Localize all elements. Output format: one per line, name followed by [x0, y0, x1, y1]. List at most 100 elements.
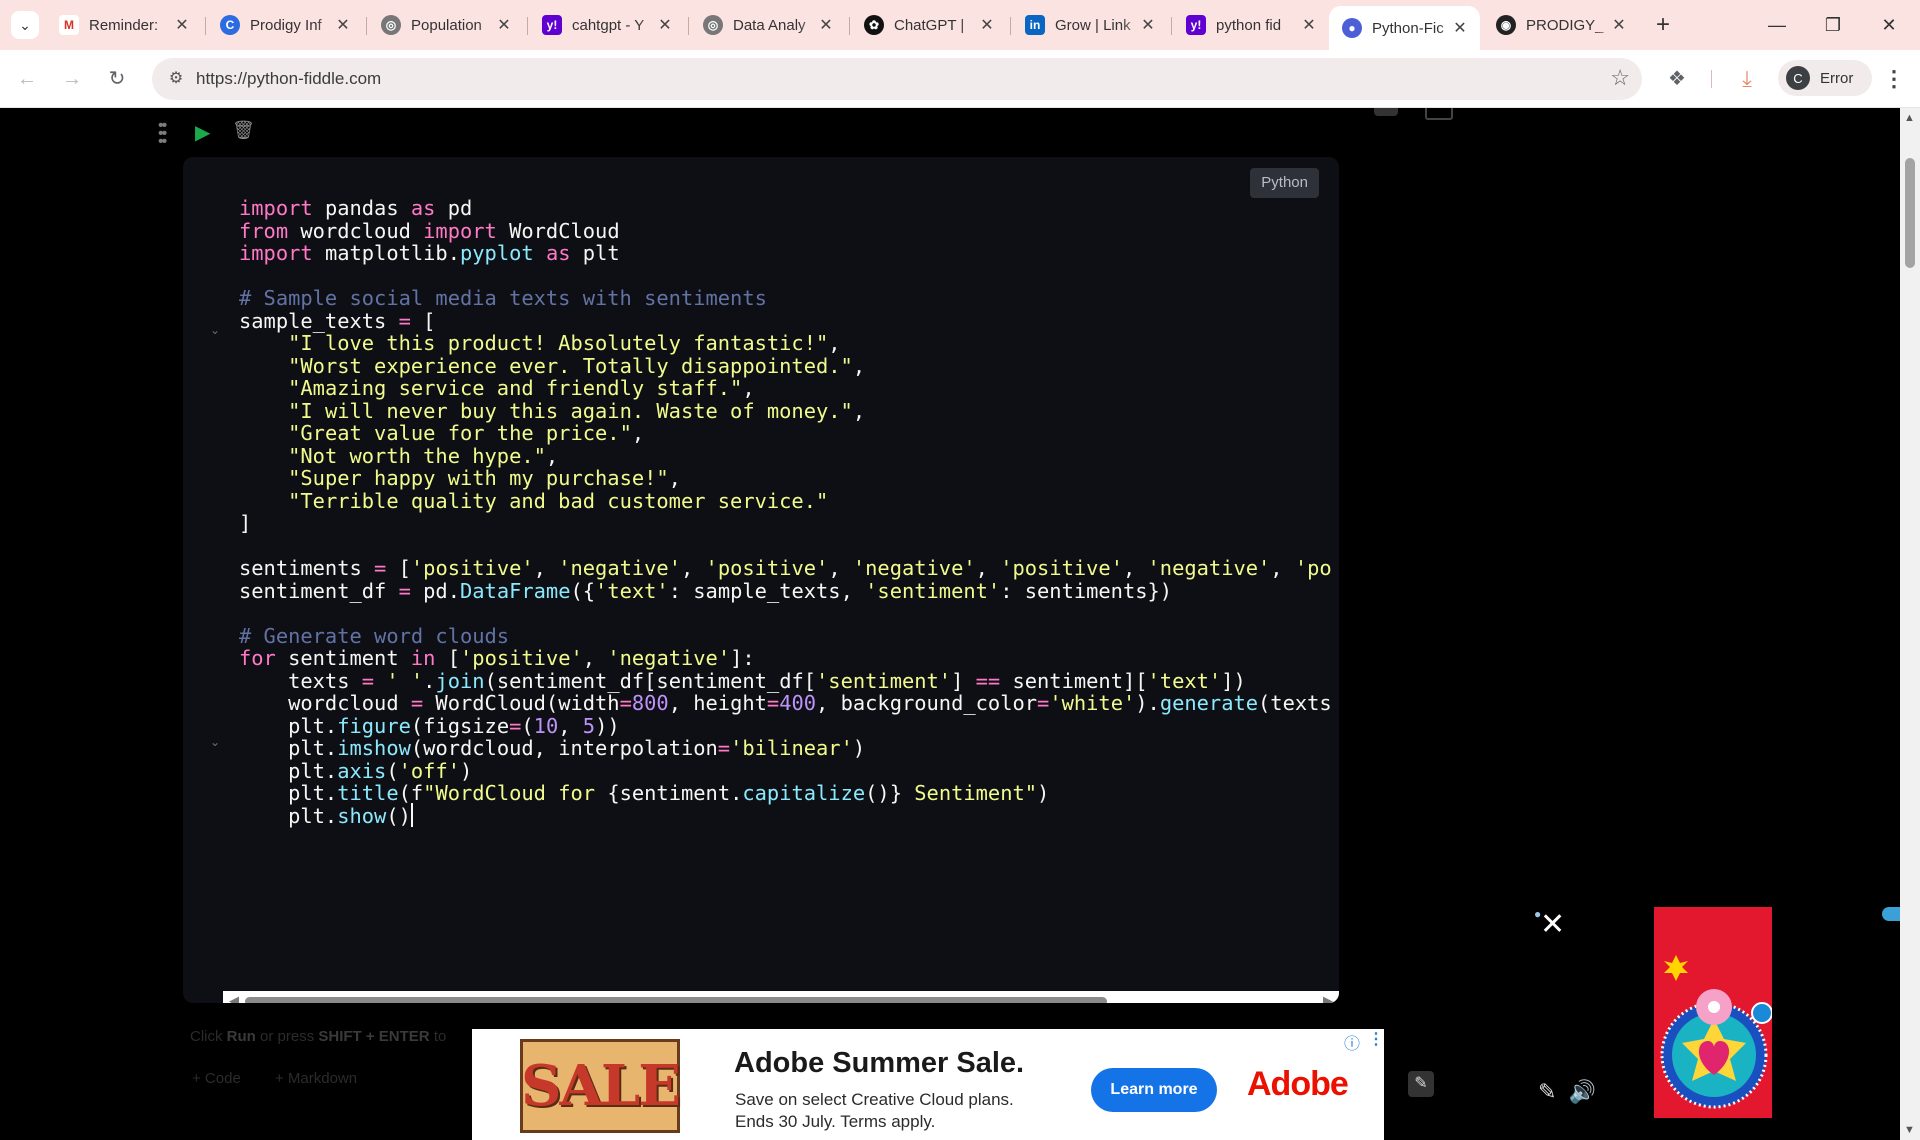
tab-github[interactable]: ◉ PRODIGY_ ✕: [1483, 8, 1639, 42]
profile-status: Error: [1820, 69, 1854, 87]
reload-button[interactable]: ↻: [100, 62, 134, 96]
code-line[interactable]: from wordcloud import WordCloud: [239, 218, 1332, 243]
learn-more-button[interactable]: Learn more: [1091, 1068, 1217, 1112]
fold-toggle-icon[interactable]: ⌄: [210, 323, 220, 337]
close-tab-icon[interactable]: ✕: [1138, 15, 1158, 35]
add-markdown-button[interactable]: + Markdown: [275, 1070, 357, 1087]
tab-linkedin[interactable]: in Grow | Link ✕: [1012, 8, 1168, 42]
scrollbar-thumb[interactable]: [245, 997, 1107, 1003]
tab-prodigy[interactable]: C Prodigy Inf ✕: [207, 8, 363, 42]
code-content[interactable]: import pandas as pd from wordcloud import…: [239, 195, 1332, 828]
drag-handle-icon[interactable]: •• •• ••: [158, 118, 167, 150]
code-line[interactable]: "Super happy with my purchase!",: [239, 465, 1332, 490]
code-token: imshow: [337, 736, 411, 760]
code-line[interactable]: plt.show(): [239, 802, 1332, 828]
new-tab-button[interactable]: +: [1648, 10, 1678, 40]
restore-button[interactable]: ❐: [1808, 8, 1858, 42]
code-line[interactable]: "I will never buy this again. Waste of m…: [239, 398, 1332, 423]
code-line[interactable]: [239, 600, 1332, 623]
code-line[interactable]: ]: [239, 510, 1332, 535]
downloads-button[interactable]: ⤓: [1730, 62, 1764, 96]
code-line[interactable]: "Terrible quality and bad customer servi…: [239, 488, 1332, 513]
code-line[interactable]: "Great value for the price.",: [239, 420, 1332, 445]
run-cell-button[interactable]: ▶: [195, 120, 210, 145]
code-line[interactable]: [239, 533, 1332, 556]
close-window-button[interactable]: ✕: [1864, 8, 1914, 42]
code-line[interactable]: texts = ' '.join(sentiment_df[sentiment_…: [239, 668, 1332, 693]
code-line[interactable]: # Sample social media texts with sentime…: [239, 285, 1332, 310]
code-line[interactable]: # Generate word clouds: [239, 623, 1332, 648]
scroll-left-icon[interactable]: ◀: [229, 993, 239, 1003]
code-token: =: [1037, 691, 1050, 715]
video-overlay[interactable]: ● ✕ ✎ 🔊: [1526, 907, 1900, 1118]
code-line[interactable]: sample_texts = [: [239, 308, 1332, 333]
page-scrollbar[interactable]: ▲ ▼: [1900, 108, 1920, 1140]
tab-python-fiddle[interactable]: ● Python-Fic ✕: [1329, 6, 1480, 50]
tab-search-button[interactable]: ⌄: [11, 11, 39, 39]
fold-toggle-icon[interactable]: ⌄: [210, 735, 220, 749]
code-line[interactable]: plt.imshow(wordcloud, interpolation='bil…: [239, 735, 1332, 760]
code-token: ,: [1270, 556, 1295, 580]
code-editor[interactable]: Python ⌄ ⌄ import pandas as pd from wordc…: [183, 157, 1339, 1003]
code-line[interactable]: "I love this product! Absolutely fantast…: [239, 330, 1332, 355]
close-tab-icon[interactable]: ✕: [655, 15, 675, 35]
code-line[interactable]: import pandas as pd: [239, 195, 1332, 220]
address-bar[interactable]: ⚙ https://python-fiddle.com ☆: [152, 58, 1642, 100]
ad-info-icon[interactable]: ⓘ: [1344, 1030, 1360, 1054]
add-code-button[interactable]: + Code: [192, 1070, 241, 1087]
close-tab-icon[interactable]: ✕: [172, 15, 192, 35]
code-line[interactable]: "Worst experience ever. Totally disappoi…: [239, 353, 1332, 378]
code-line[interactable]: plt.axis('off'): [239, 758, 1332, 783]
scroll-up-icon[interactable]: ▲: [1904, 112, 1915, 124]
code-line[interactable]: sentiments = ['positive', 'negative', 'p…: [239, 555, 1332, 580]
scroll-right-icon[interactable]: ▶: [1323, 993, 1333, 1003]
code-token: ,: [582, 646, 608, 670]
tab-yahoo-python[interactable]: y! python fid ✕: [1173, 8, 1329, 42]
code-line[interactable]: plt.figure(figsize=(10, 5)): [239, 713, 1332, 738]
code-line[interactable]: for sentiment in ['positive', 'negative'…: [239, 645, 1332, 670]
code-line[interactable]: wordcloud = WordCloud(width=800, height=…: [239, 690, 1332, 715]
close-tab-icon[interactable]: ✕: [333, 15, 353, 35]
code-line[interactable]: "Amazing service and friendly staff.",: [239, 375, 1332, 400]
code-token: , background_color: [816, 691, 1038, 715]
ad-banner[interactable]: SALE Adobe Summer Sale. Save on select C…: [472, 1029, 1384, 1140]
tab-data-analysis[interactable]: ◎ Data Analy ✕: [690, 8, 846, 42]
scroll-down-icon[interactable]: ▼: [1904, 1124, 1915, 1136]
forward-button[interactable]: →: [55, 62, 89, 96]
code-token: 'positive': [705, 556, 829, 580]
close-tab-icon[interactable]: ✕: [977, 15, 997, 35]
minimize-button[interactable]: —: [1752, 8, 1802, 42]
close-tab-icon[interactable]: ✕: [816, 15, 836, 35]
delete-cell-button[interactable]: 🗑: [232, 120, 255, 141]
no-edit-icon[interactable]: ✎: [1538, 1079, 1556, 1104]
close-tab-icon[interactable]: ✕: [1450, 18, 1470, 38]
profile-button[interactable]: C Error: [1778, 60, 1872, 96]
tab-gmail[interactable]: M Reminder: ✕: [46, 8, 202, 42]
code-line[interactable]: plt.title(f"WordCloud for {sentiment.cap…: [239, 780, 1332, 805]
site-settings-icon[interactable]: ⚙: [164, 67, 188, 91]
tab-population[interactable]: ◎ Population ✕: [368, 8, 524, 42]
browser-menu-button[interactable]: ⋮: [1880, 62, 1908, 96]
bookmark-star-icon[interactable]: ☆: [1610, 65, 1630, 91]
back-button[interactable]: ←: [10, 62, 44, 96]
url-text[interactable]: https://python-fiddle.com: [196, 69, 381, 89]
ad-more-icon[interactable]: ⋮: [1368, 1029, 1384, 1049]
volume-icon[interactable]: 🔊: [1569, 1079, 1596, 1104]
close-tab-icon[interactable]: ✕: [1299, 15, 1319, 35]
horizontal-scrollbar[interactable]: ◀ ▶: [223, 991, 1339, 1003]
extensions-button[interactable]: ❖: [1660, 62, 1694, 96]
code-token: ,: [558, 713, 583, 738]
code-line[interactable]: import matplotlib.pyplot as plt: [239, 240, 1332, 265]
tab-chatgpt[interactable]: ✿ ChatGPT | ✕: [851, 8, 1007, 42]
code-line[interactable]: [239, 263, 1332, 286]
scrollbar-thumb[interactable]: [1905, 158, 1915, 268]
code-token: 800: [631, 691, 669, 715]
edit-disabled-icon[interactable]: ✎: [1408, 1071, 1434, 1097]
close-tab-icon[interactable]: ✕: [1609, 15, 1629, 35]
close-tab-icon[interactable]: ✕: [494, 15, 514, 35]
code-line[interactable]: "Not worth the hype.",: [239, 443, 1332, 468]
close-video-button[interactable]: ✕: [1540, 910, 1565, 940]
tab-yahoo-search[interactable]: y! cahtgpt - Y ✕: [529, 8, 685, 42]
code-line[interactable]: sentiment_df = pd.DataFrame({'text': sam…: [239, 578, 1332, 603]
